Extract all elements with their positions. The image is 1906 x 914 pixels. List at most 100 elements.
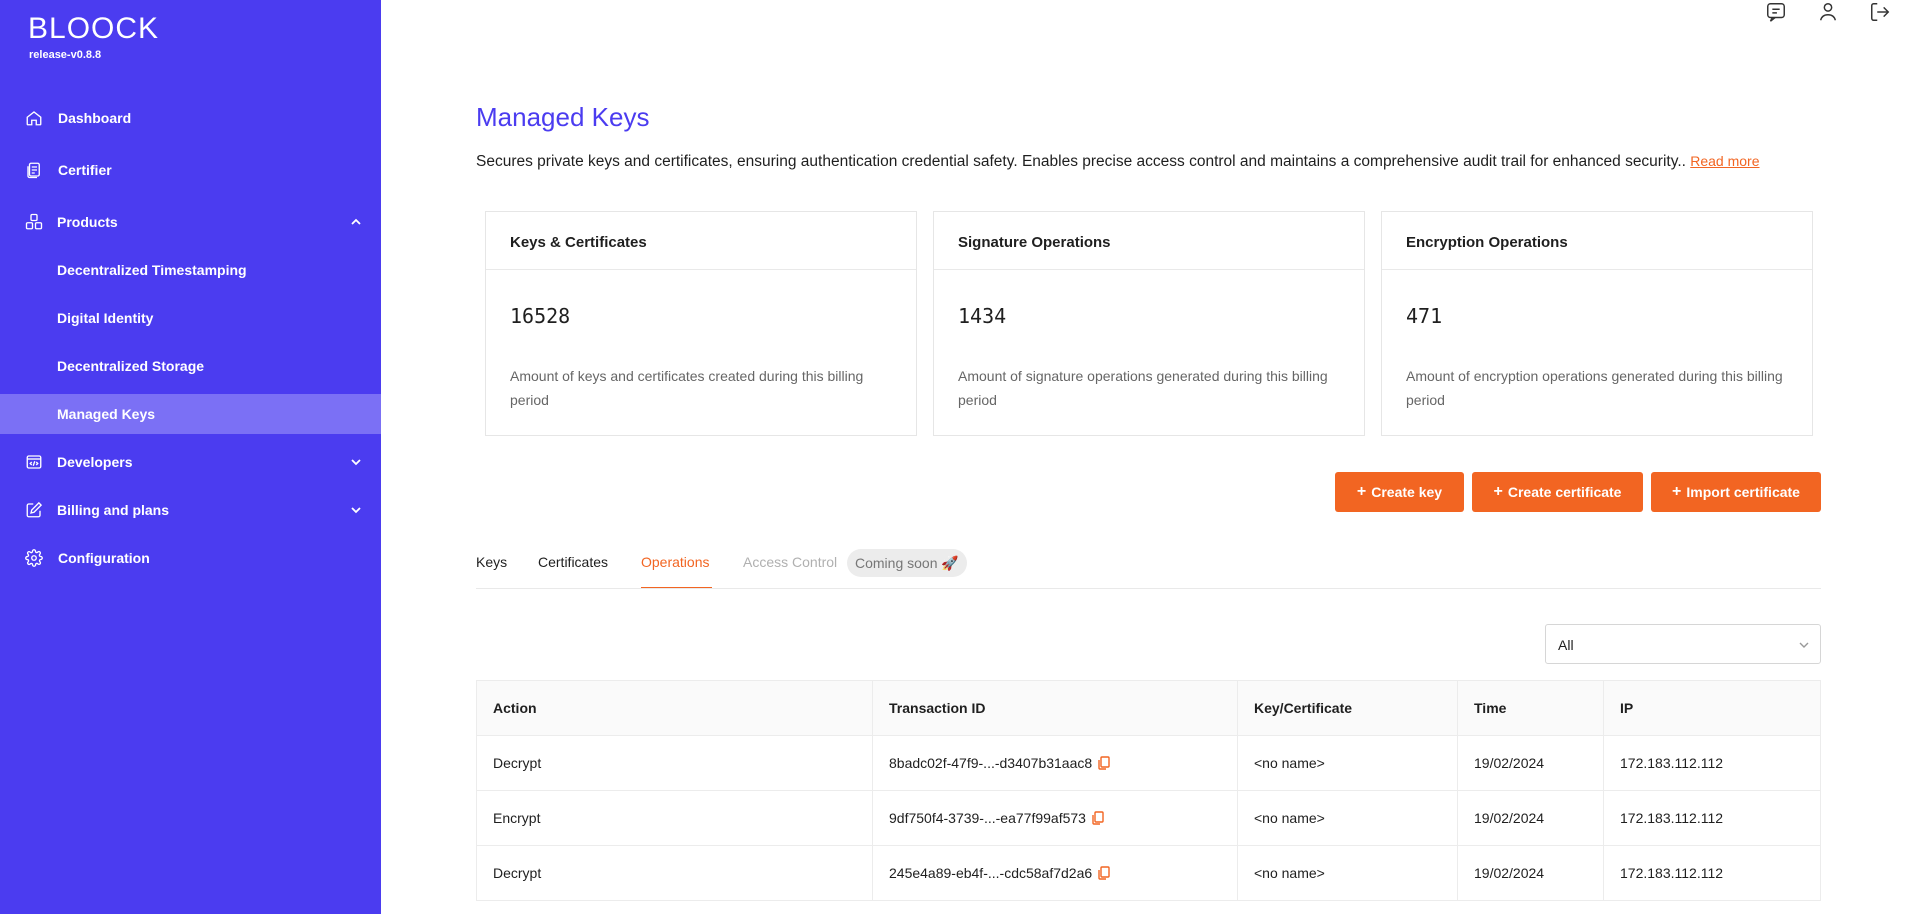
card-title: Signature Operations (958, 234, 1111, 251)
sidebar-item-products[interactable]: Products (0, 202, 381, 242)
copy-icon[interactable] (1098, 756, 1110, 770)
divider (486, 269, 916, 270)
cell-time: 19/02/2024 (1457, 846, 1603, 900)
sidebar-item-label: Products (57, 214, 118, 230)
select-value: All (1558, 637, 1574, 653)
create-key-button[interactable]: + Create key (1335, 472, 1464, 512)
column-header-ip: IP (1603, 681, 1822, 735)
card-value: 16528 (510, 304, 571, 328)
logo: BLOOCK (28, 12, 160, 45)
code-icon (24, 452, 44, 472)
sidebar-item-label: Developers (57, 454, 133, 470)
table-row: Decrypt 8badc02f-47f9-...-d3407b31aac8 <… (477, 736, 1820, 791)
button-label: Create key (1371, 484, 1443, 500)
cell-time: 19/02/2024 (1457, 736, 1603, 790)
sidebar-item-developers[interactable]: Developers (0, 442, 381, 482)
column-header-action: Action (493, 700, 537, 716)
button-label: Import certificate (1686, 484, 1800, 500)
column-header-time: Time (1457, 681, 1603, 735)
tab-keys[interactable]: Keys (476, 554, 507, 570)
card-note: Amount of keys and certificates created … (510, 368, 864, 408)
user-icon[interactable] (1816, 0, 1840, 24)
button-label: Create certificate (1507, 484, 1622, 500)
operations-filter-select[interactable]: All (1545, 624, 1821, 664)
divider (934, 269, 1364, 270)
sidebar-item-label: Certifier (58, 162, 112, 178)
cell-action: Encrypt (493, 810, 541, 826)
transaction-id-text: 245e4a89-eb4f-...-cdc58af7d2a6 (889, 865, 1093, 881)
sidebar-subitem-label: Decentralized Timestamping (57, 262, 247, 278)
sidebar-subitem-managed-keys[interactable]: Managed Keys (0, 394, 381, 434)
read-more-link[interactable]: Read more (1690, 153, 1759, 169)
cell-action: Decrypt (493, 865, 542, 881)
version-label: release-v0.8.8 (29, 49, 102, 61)
sidebar-item-certifier[interactable]: Certifier (0, 150, 381, 190)
sidebar-item-label: Dashboard (58, 110, 132, 126)
home-icon (24, 108, 44, 128)
sidebar-item-configuration[interactable]: Configuration (0, 538, 381, 578)
table-row: Decrypt 245e4a89-eb4f-...-cdc58af7d2a6 <… (477, 846, 1820, 901)
coming-soon-badge: Coming soon 🚀 (847, 549, 967, 577)
card-title: Keys & Certificates (510, 234, 647, 251)
plus-icon: + (1356, 483, 1367, 500)
divider (1382, 269, 1812, 270)
copy-icon[interactable] (1098, 866, 1110, 880)
sidebar: BLOOCK release-v0.8.8 Dashboard Certifie… (0, 0, 381, 914)
cell-ip: 172.183.112.112 (1603, 846, 1822, 900)
import-certificate-button[interactable]: + Import certificate (1651, 472, 1821, 512)
chevron-down-icon (1798, 638, 1810, 656)
cell-key-certificate: <no name> (1237, 846, 1457, 900)
sidebar-item-billing-and-plans[interactable]: Billing and plans (0, 490, 381, 530)
sidebar-subitem-label: Decentralized Storage (57, 358, 205, 374)
card-value: 471 (1406, 304, 1443, 328)
stat-card-encryption-operations: Encryption Operations 471 Amount of encr… (1381, 211, 1813, 436)
column-header-key-certificate: Key/Certificate (1237, 681, 1457, 735)
card-note: Amount of encryption operations generate… (1406, 368, 1783, 408)
stat-card-signature-operations: Signature Operations 1434 Amount of sign… (933, 211, 1365, 436)
card-title: Encryption Operations (1406, 234, 1568, 251)
sidebar-subitem-label: Managed Keys (57, 406, 156, 422)
sidebar-item-label: Billing and plans (57, 502, 170, 518)
transaction-id-text: 9df750f4-3739-...-ea77f99af573 (889, 810, 1086, 826)
cell-ip: 172.183.112.112 (1603, 791, 1822, 845)
page-title: Managed Keys (476, 102, 650, 132)
card-note: Amount of signature operations generated… (958, 368, 1328, 408)
table-header: Action Transaction ID Key/Certificate Ti… (477, 681, 1820, 736)
plus-icon: + (1493, 483, 1503, 500)
tabs-divider (476, 588, 1821, 589)
sidebar-item-label: Configuration (58, 550, 150, 566)
cell-transaction-id: 8badc02f-47f9-...-d3407b31aac8 (872, 736, 1237, 790)
gear-icon (24, 548, 44, 568)
chat-icon[interactable] (1764, 0, 1788, 24)
logout-icon[interactable] (1868, 0, 1892, 24)
card-value: 1434 (958, 304, 1007, 328)
tab-operations[interactable]: Operations (641, 554, 709, 570)
sidebar-subitem-decentralized-timestamping[interactable]: Decentralized Timestamping (0, 250, 381, 290)
cell-action: Decrypt (493, 755, 542, 771)
cell-key-certificate: <no name> (1237, 791, 1457, 845)
tab-certificates[interactable]: Certificates (538, 554, 608, 570)
edit-icon (24, 500, 44, 520)
document-icon (24, 160, 44, 180)
sidebar-subitem-decentralized-storage[interactable]: Decentralized Storage (0, 346, 381, 386)
page-description-text: Secures private keys and certificates, e… (476, 153, 1686, 170)
sidebar-subitem-label: Digital Identity (57, 310, 154, 326)
chevron-up-icon[interactable] (349, 215, 363, 229)
chevron-down-icon[interactable] (349, 503, 363, 517)
sidebar-item-dashboard[interactable]: Dashboard (0, 98, 381, 138)
create-certificate-button[interactable]: + Create certificate (1472, 472, 1643, 512)
cell-ip: 172.183.112.112 (1603, 736, 1822, 790)
cell-transaction-id: 245e4a89-eb4f-...-cdc58af7d2a6 (872, 846, 1237, 900)
sidebar-subitem-digital-identity[interactable]: Digital Identity (0, 298, 381, 338)
plus-icon: + (1672, 483, 1682, 500)
stat-card-keys-certificates: Keys & Certificates 16528 Amount of keys… (485, 211, 917, 436)
cell-time: 19/02/2024 (1457, 791, 1603, 845)
chevron-down-icon[interactable] (349, 455, 363, 469)
page-description: Secures private keys and certificates, e… (476, 153, 1760, 171)
boxes-icon (24, 212, 44, 232)
table-row: Encrypt 9df750f4-3739-...-ea77f99af573 <… (477, 791, 1820, 846)
copy-icon[interactable] (1092, 811, 1104, 825)
operations-table: Action Transaction ID Key/Certificate Ti… (476, 680, 1821, 901)
transaction-id-text: 8badc02f-47f9-...-d3407b31aac8 (889, 755, 1093, 771)
cell-transaction-id: 9df750f4-3739-...-ea77f99af573 (872, 791, 1237, 845)
